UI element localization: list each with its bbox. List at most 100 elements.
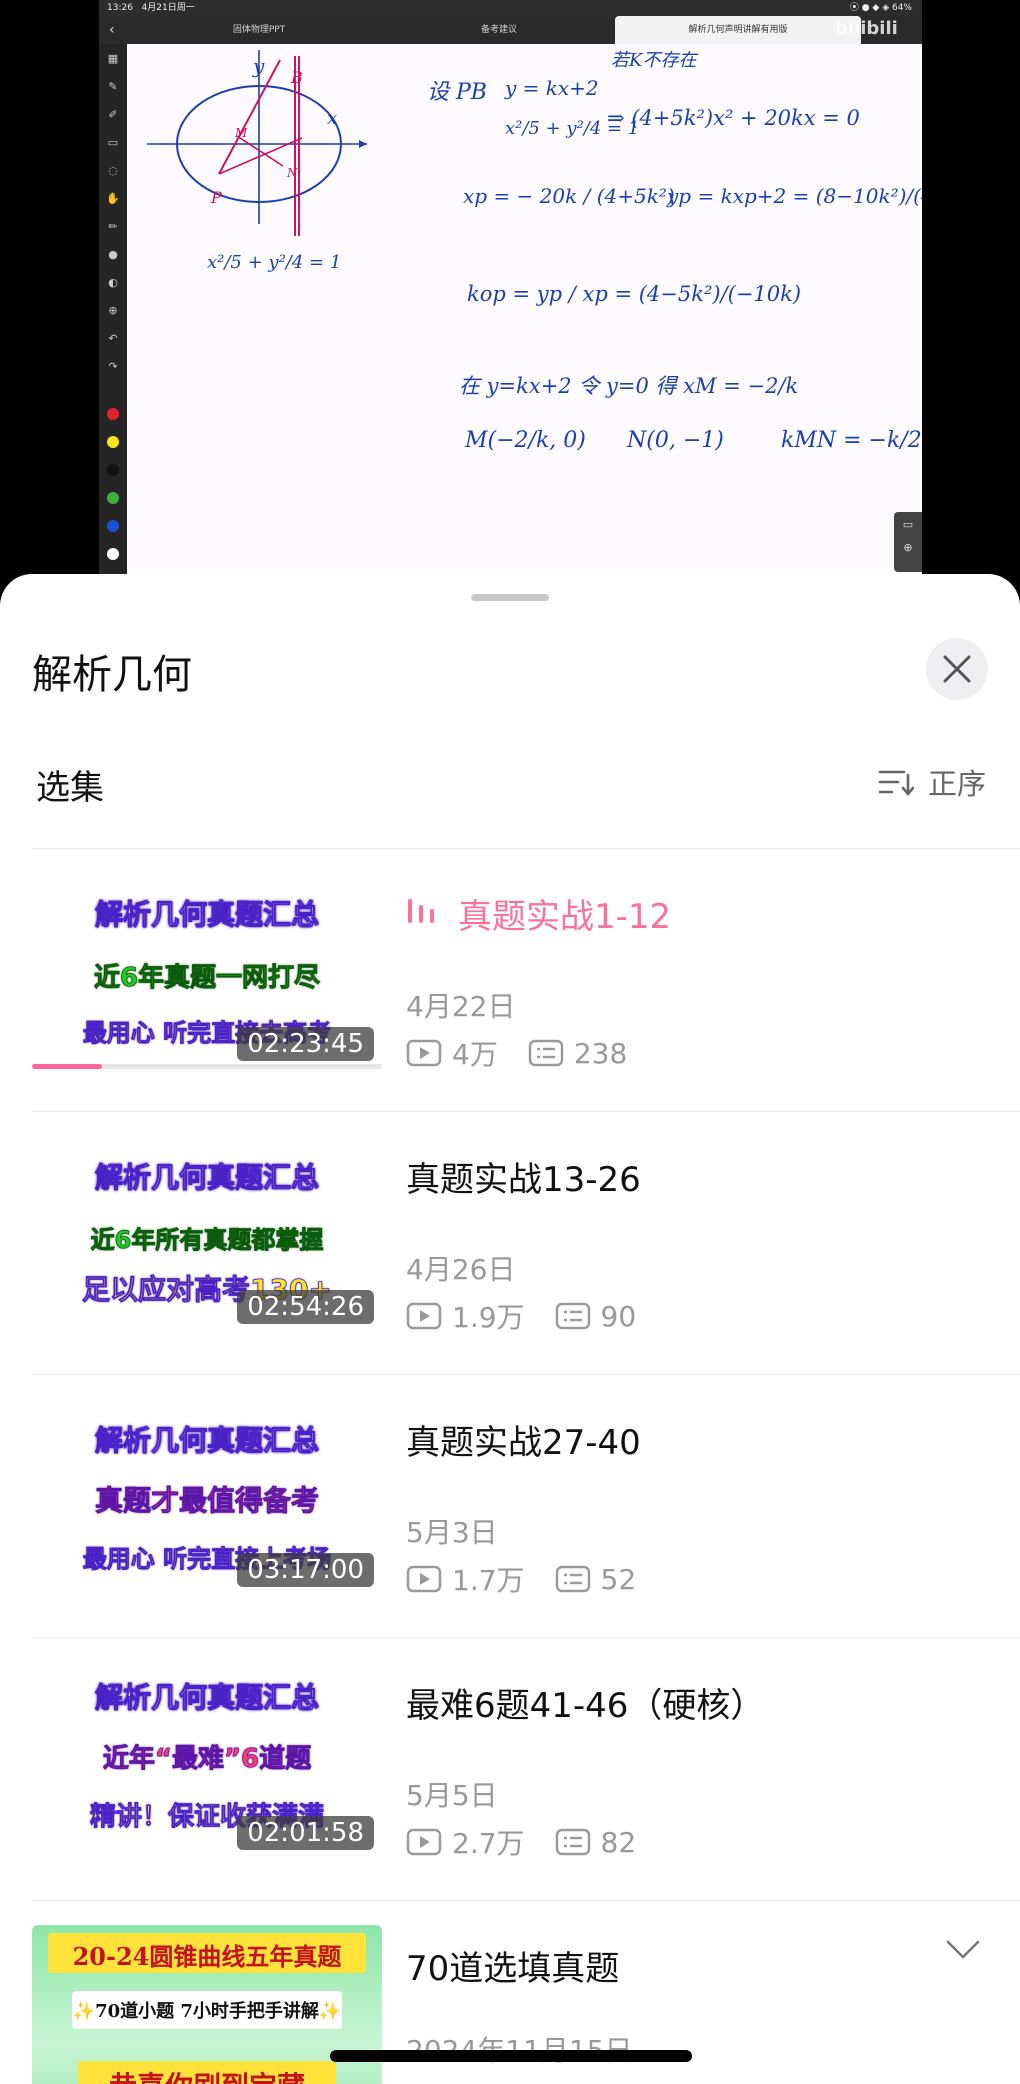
- point-b-label: B: [291, 68, 303, 87]
- tab-2: 解析几何声明讲解有用版: [615, 16, 861, 44]
- pencil-icon: ✏: [108, 220, 118, 233]
- watch-progress-bar: [32, 1064, 102, 1069]
- note-n-point: N(0, −1): [627, 428, 724, 453]
- color-blue-swatch: [107, 520, 119, 532]
- episode-date: 5月5日: [406, 1779, 498, 1812]
- close-button[interactable]: [926, 638, 988, 700]
- episode-title: 70道选填真题: [406, 1949, 620, 1989]
- axis-x-label: x: [327, 108, 338, 129]
- episode-title: 最难6题41-46（硬核）: [406, 1686, 765, 1726]
- duration-badge: 02:54:26: [237, 1290, 374, 1324]
- danmaku-count: 82: [600, 1825, 637, 1859]
- episode-date: 5月3日: [406, 1516, 498, 1549]
- danmaku-count: 52: [600, 1562, 637, 1596]
- episode-stats: 1.9万 90: [406, 1296, 636, 1336]
- episode-date: 2024年11月15日: [406, 2029, 633, 2069]
- section-label: 选集: [36, 768, 104, 808]
- home-indicator: [330, 2050, 692, 2062]
- note-kmn: kMN = −k/2: [781, 428, 922, 453]
- danmaku-icon: [555, 1828, 590, 1856]
- sheet-title: 解析几何: [32, 652, 192, 698]
- sort-icon: [878, 770, 914, 797]
- episode-stats: 4万 238: [406, 1033, 627, 1073]
- point-p-label: P: [211, 188, 222, 207]
- color-red-swatch: [107, 408, 119, 420]
- thumb-line-3: 恭喜你刷到宝藏: [32, 2065, 382, 2084]
- lasso-icon: ◌: [108, 164, 118, 177]
- note-quadratic: ⇒ (4+5k²)x² + 20kx = 0: [607, 106, 860, 130]
- episode-title: 真题实战1-12: [458, 897, 672, 937]
- episode-stats: 2.7万 82: [406, 1822, 636, 1862]
- sort-toggle[interactable]: 正序: [878, 762, 986, 802]
- watermark-logo: bilibili: [835, 18, 898, 39]
- episode-item-3[interactable]: 解析几何真题汇总 真题才最值得备考 最用心 听完直接上考场 03:17:00 真…: [0, 1375, 1020, 1637]
- play-count: 2.7万: [452, 1827, 525, 1860]
- undo-icon: ↶: [108, 332, 118, 345]
- whiteboard-canvas: x y B P M N x²/5 + y²/4 = 1 若K不存在 设 PB y…: [127, 44, 922, 575]
- tab-0: 固体物理PPT: [232, 25, 286, 35]
- sort-label: 正序: [927, 767, 986, 801]
- episode-thumbnail: 20-24圆锥曲线五年真题 ✨70道小题 7小时手把手讲解✨ 恭喜你刷到宝藏: [32, 1925, 382, 2084]
- color-black-swatch: [107, 464, 119, 476]
- grid-icon: ▦: [107, 52, 119, 65]
- episode-title: 真题实战13-26: [406, 1160, 641, 1200]
- color-yellow-swatch: [107, 436, 119, 448]
- thumb-line-2: ✨70道小题 7小时手把手讲解✨: [72, 2001, 342, 2022]
- drag-handle[interactable]: [471, 594, 549, 601]
- episode-thumbnail: 解析几何真题汇总 近年“最难”6道题 精讲！保证收获满满 02:01:58: [32, 1662, 382, 1860]
- mic-icon: ●: [108, 248, 118, 261]
- danmaku-count: 238: [573, 1036, 628, 1070]
- episode-thumbnail: 解析几何真题汇总 近6年真题一网打尽 最用心 听完直接去高考 02:23:45: [32, 873, 382, 1071]
- video-frame: 13:26 4月21日周一 ⦿ ● ◆ ◈ 64% ‹ 固体物理PPT 备考建议…: [99, 0, 922, 575]
- status-indicators: ⦿ ● ◆ ◈ 64%: [849, 3, 912, 13]
- eraser-icon: ▭: [107, 136, 119, 149]
- duration-badge: 02:01:58: [237, 1816, 374, 1850]
- episode-stats: 1.7万 52: [406, 1559, 636, 1599]
- danmaku-icon: [555, 1565, 590, 1593]
- note-xm: 在 y=kx+2 令 y=0 得 xM = −2/k: [459, 374, 799, 398]
- episode-date: 4月22日: [406, 990, 516, 1023]
- screen: 13:26 4月21日周一 ⦿ ● ◆ ◈ 64% ‹ 固体物理PPT 备考建议…: [0, 0, 1020, 2084]
- play-count-icon: [406, 1039, 442, 1067]
- note-yp: yp = kxp+2 = (8−10k²)/(4+5k²): [667, 184, 922, 208]
- episode-item-2[interactable]: 解析几何真题汇总 近6年所有真题都掌握 足以应对高考130+ 02:54:26 …: [0, 1112, 1020, 1374]
- play-count: 4万: [452, 1038, 498, 1071]
- thumb-line-2: 近年“最难”6道题: [102, 1744, 312, 1775]
- pen-icon: ✎: [108, 80, 118, 93]
- thumb-line-1: 20-24圆锥曲线五年真题: [72, 1942, 342, 1971]
- status-time: 13:26: [107, 3, 133, 13]
- episode-thumbnail: 解析几何真题汇总 真题才最值得备考 最用心 听完直接上考场 03:17:00: [32, 1399, 382, 1597]
- color-white-swatch: [107, 548, 119, 560]
- status-date: 4月21日周一: [141, 3, 195, 13]
- thumb-line-1: 解析几何真题汇总: [94, 1424, 319, 1458]
- chevron-down-icon[interactable]: [945, 1939, 981, 1961]
- episode-item-4[interactable]: 解析几何真题汇总 近年“最难”6道题 精讲！保证收获满满 02:01:58 最难…: [0, 1638, 1020, 1900]
- redo-icon: ↷: [108, 360, 118, 373]
- danmaku-icon: [528, 1039, 564, 1067]
- color-green-swatch: [107, 492, 119, 504]
- tab-1: 备考建议: [480, 25, 517, 35]
- video-player[interactable]: 13:26 4月21日周一 ⦿ ● ◆ ◈ 64% ‹ 固体物理PPT 备考建议…: [0, 0, 1020, 590]
- episode-sheet: 解析几何 选集 正序 解析几何真题汇总 近6年真题一网打尽 最用心 听完直接去高…: [0, 574, 1020, 2084]
- episode-item-1[interactable]: 解析几何真题汇总 近6年真题一网打尽 最用心 听完直接去高考 02:23:45 …: [0, 849, 1020, 1111]
- play-count-icon: [406, 1302, 442, 1330]
- play-count: 1.9万: [452, 1301, 525, 1334]
- thumb-line-1: 解析几何真题汇总: [94, 898, 319, 932]
- thumb-line-2: 近6年所有真题都掌握: [90, 1226, 324, 1255]
- episode-thumbnail: 解析几何真题汇总 近6年所有真题都掌握 足以应对高考130+ 02:54:26: [32, 1136, 382, 1334]
- play-count-icon: [406, 1565, 442, 1593]
- episode-date: 4月26日: [406, 1253, 516, 1286]
- note-set-pb: 设 PB: [427, 80, 487, 105]
- thumb-line-1: 解析几何真题汇总: [94, 1681, 319, 1715]
- duration-badge: 02:23:45: [237, 1027, 374, 1061]
- tablet-status-bar: 13:26 4月21日周一 ⦿ ● ◆ ◈ 64%: [99, 0, 922, 16]
- drawing-toolbar: ▦ ✎ ✐ ▭ ◌ ✋ ✏ ● ◐ ⊕ ↶ ↷: [99, 44, 127, 575]
- note-line-eq: y = kx+2: [505, 76, 599, 100]
- close-icon: [943, 655, 971, 683]
- danmaku-count: 90: [600, 1299, 637, 1333]
- ellipse-equation: x²/5 + y²/4 = 1: [207, 252, 342, 273]
- shape-icon: ◐: [108, 276, 118, 289]
- duration-badge: 03:17:00: [237, 1553, 374, 1587]
- note-xp: xp = − 20k / (4+5k²): [463, 184, 675, 208]
- episode-title: 真题实战27-40: [406, 1423, 641, 1463]
